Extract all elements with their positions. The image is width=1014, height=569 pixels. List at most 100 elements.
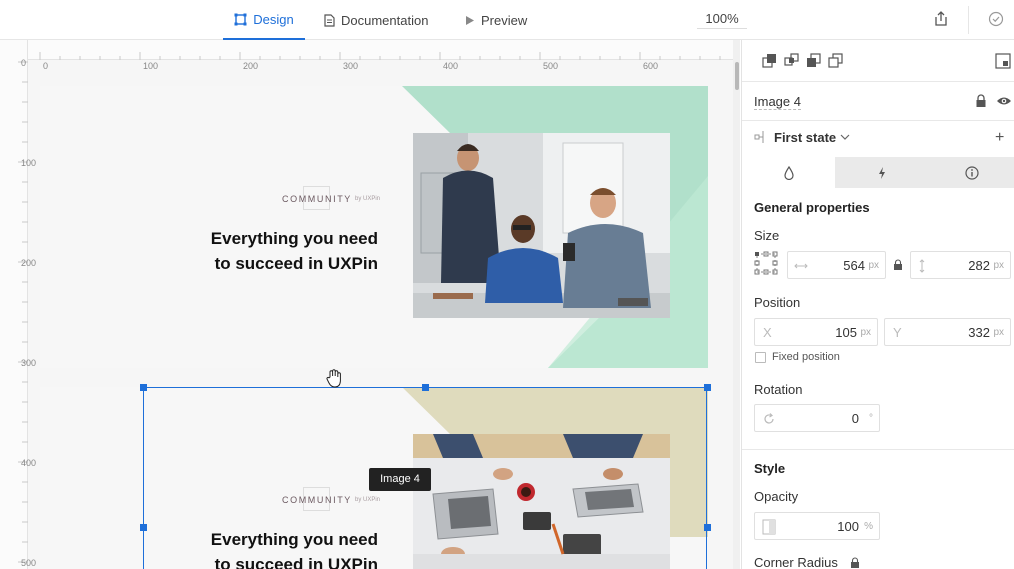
opacity-input[interactable]: 100 %: [754, 512, 880, 540]
y-unit: px: [993, 327, 1004, 338]
headline-line: Everything you need: [210, 229, 378, 248]
x-input[interactable]: X 105 px: [754, 318, 878, 346]
height-arrows-icon: [919, 259, 925, 273]
resize-handle-top[interactable]: [422, 384, 429, 391]
bring-to-front-icon[interactable]: [762, 53, 778, 69]
resize-handle-top-right[interactable]: [704, 384, 711, 391]
artboard-icon: [234, 13, 247, 25]
community-by-text: by UXPin: [355, 196, 381, 202]
x-unit: px: [860, 327, 871, 338]
toolbar-divider: [968, 6, 969, 34]
ruler-label: 300: [21, 358, 37, 368]
ruler-label: 300: [343, 61, 359, 71]
tab-design-label: Design: [253, 11, 294, 27]
headline: Everything you need to succeed in UXPin: [160, 226, 378, 276]
send-to-back-icon[interactable]: [828, 53, 844, 69]
headline-line: to succeed in UXPin: [214, 254, 378, 273]
general-properties-heading: General properties: [754, 200, 870, 215]
workspace-photo-illustration: [413, 434, 670, 569]
lightning-icon: [878, 166, 885, 179]
zoom-level-input[interactable]: 100%: [697, 9, 747, 29]
horizontal-ruler: 0 100 200 300 400 500 600: [0, 40, 740, 71]
bring-forward-icon[interactable]: [784, 53, 800, 69]
x-value: 105: [835, 325, 857, 340]
resize-handle-right[interactable]: [704, 524, 711, 531]
fixed-position-label: Fixed position: [772, 351, 840, 363]
community-logo: COMMUNITY: [282, 495, 352, 505]
position-label: Position: [754, 295, 801, 310]
width-value: 564: [843, 258, 865, 273]
canvas-scrollbar[interactable]: [733, 40, 740, 569]
element-name-tooltip: Image 4: [369, 468, 431, 491]
drop-icon: [783, 165, 794, 180]
tab-interactions[interactable]: [835, 157, 928, 188]
ruler-label: 0: [21, 58, 27, 68]
width-unit: px: [868, 260, 879, 271]
check-circle-icon: [988, 11, 1004, 27]
community-by-text: by UXPin: [355, 497, 381, 503]
top-toolbar: Design Documentation Preview 100%: [0, 0, 1014, 40]
aspect-lock-icon[interactable]: [893, 259, 903, 271]
headline-line: to succeed in UXPin: [214, 555, 378, 569]
grab-cursor-icon: [326, 369, 341, 388]
team-photo-illustration: [413, 133, 670, 318]
chevron-down-icon[interactable]: [840, 133, 850, 141]
tab-preview[interactable]: Preview: [465, 0, 527, 40]
state-selector[interactable]: First state: [774, 130, 836, 145]
opacity-unit: %: [864, 521, 873, 532]
x-prefix: X: [763, 325, 772, 340]
team-photo[interactable]: [413, 133, 670, 318]
export-button[interactable]: [930, 8, 952, 30]
component-icon[interactable]: [995, 53, 1011, 69]
ruler-label: 100: [143, 61, 159, 71]
resize-handle-top-left[interactable]: [140, 384, 147, 391]
ruler-label: 200: [21, 258, 37, 268]
divider: [742, 81, 1014, 82]
ruler-label: 0: [43, 61, 49, 71]
tab-style[interactable]: [742, 157, 835, 188]
rotation-unit: °: [869, 413, 873, 424]
opacity-value: 100: [837, 519, 859, 534]
uxpin-editor: Design Documentation Preview 100% 0 100 …: [0, 0, 1014, 569]
ruler-label: 400: [21, 458, 37, 468]
tab-info[interactable]: [928, 157, 1014, 188]
resize-handle-left[interactable]: [140, 524, 147, 531]
document-icon: [324, 13, 335, 27]
lock-icon[interactable]: [975, 94, 987, 108]
corner-radius-label: Corner Radius: [754, 555, 838, 569]
rotation-input[interactable]: 0 °: [754, 404, 880, 432]
tab-documentation[interactable]: Documentation: [324, 0, 428, 40]
ruler-ticks: [18, 61, 28, 563]
element-name-field[interactable]: Image 4: [754, 94, 801, 110]
vertical-ruler: 0 100 200 300 400 500: [0, 40, 36, 569]
canvas-scrollbar-thumb[interactable]: [735, 62, 739, 90]
tab-preview-label: Preview: [481, 12, 528, 28]
fixed-position-checkbox[interactable]: [755, 352, 766, 363]
artboard-community-1[interactable]: COMMUNITY by UXPin Everything you need t…: [40, 86, 708, 368]
send-backward-icon[interactable]: [806, 53, 822, 69]
width-input[interactable]: 564 px: [787, 251, 886, 279]
states-icon: [754, 131, 764, 143]
corner-lock-icon[interactable]: [850, 557, 860, 569]
eye-icon[interactable]: [996, 95, 1012, 107]
approve-button[interactable]: [985, 8, 1007, 30]
rotation-label: Rotation: [754, 382, 803, 397]
y-prefix: Y: [893, 325, 902, 340]
resize-options-icon[interactable]: [754, 251, 778, 275]
properties-panel: Image 4 First state + General properties…: [741, 40, 1014, 569]
ruler-label: 100: [21, 158, 37, 168]
size-label: Size: [754, 228, 780, 243]
info-icon: [964, 165, 979, 180]
community-logo: COMMUNITY: [282, 194, 352, 204]
rotation-value: 0: [851, 411, 859, 426]
workspace-photo[interactable]: [413, 434, 670, 569]
add-state-button[interactable]: +: [995, 129, 1004, 147]
height-input[interactable]: 282 px: [910, 251, 1011, 279]
tab-documentation-label: Documentation: [341, 12, 429, 28]
tab-design[interactable]: Design: [223, 0, 305, 40]
y-input[interactable]: Y 332 px: [884, 318, 1011, 346]
play-icon: [466, 15, 474, 25]
divider: [742, 120, 1014, 121]
height-unit: px: [993, 260, 1004, 271]
share-icon: [935, 11, 947, 26]
